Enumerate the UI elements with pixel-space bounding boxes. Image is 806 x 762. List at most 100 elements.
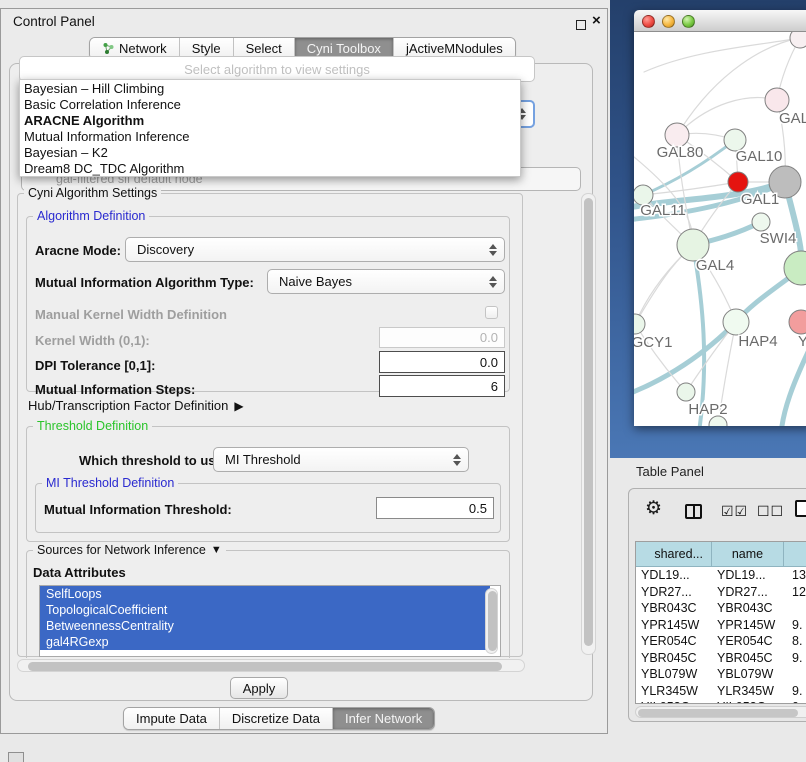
table-row[interactable]: YDR27...YDR27...12	[636, 584, 806, 601]
tab-infer-network[interactable]: Infer Network	[332, 708, 434, 729]
network-canvas[interactable]: GALGAL80GAL10GAL1GAL11SWI4GAL4GCY1HAP4YH…	[634, 32, 806, 426]
network-window-titlebar[interactable]	[634, 10, 806, 32]
network-node-label: HAP4	[738, 333, 777, 350]
which-threshold-combobox[interactable]: MI Threshold	[213, 447, 469, 472]
list-item[interactable]: BetweennessCentrality	[40, 618, 490, 634]
network-node-hap4[interactable]	[723, 309, 749, 335]
list-item[interactable]: SelfLoops	[40, 586, 490, 602]
table-row[interactable]: YDL19...YDL19...13	[636, 567, 806, 584]
network-node-y[interactable]	[789, 310, 806, 334]
table-cell: YPR145W	[636, 617, 712, 634]
network-node-label: Y	[798, 333, 806, 350]
network-node-hap2[interactable]	[677, 383, 695, 401]
algorithm-dropdown-list: Bayesian – Hill Climbing Basic Correlati…	[19, 79, 521, 177]
algorithm-option[interactable]: Mutual Information Inference	[20, 129, 520, 145]
mi-steps-field[interactable]: 6	[379, 375, 505, 397]
scrollbar-thumb[interactable]	[28, 662, 502, 671]
table-cell: YBR045C	[712, 650, 784, 667]
tab-label: Impute Data	[136, 711, 207, 726]
minimize-traffic-light-icon[interactable]	[662, 15, 675, 28]
list-vertical-scrollbar[interactable]	[485, 588, 498, 654]
hub-definition-label: Hub/Transcription Factor Definition	[28, 398, 228, 413]
table-row[interactable]: YLR345WYLR345W9.	[636, 683, 806, 700]
algorithm-option[interactable]: Bayesian – K2	[20, 145, 520, 161]
manual-kernel-width-checkbox[interactable]	[485, 306, 498, 319]
field-value: 0.5	[469, 501, 487, 516]
column-header-clipped[interactable]	[784, 542, 806, 566]
dpi-tolerance-field[interactable]: 0.0	[379, 351, 505, 373]
float-window-icon[interactable]	[576, 20, 586, 30]
mi-algorithm-type-combobox[interactable]: Naive Bayes	[267, 269, 505, 294]
settings-horizontal-scrollbar[interactable]	[17, 659, 525, 672]
algorithm-option[interactable]: Dream8 DC_TDC Algorithm	[20, 161, 520, 177]
apply-button[interactable]: Apply	[230, 677, 288, 699]
hub-definition-expander[interactable]: Hub/Transcription Factor Definition ▶	[28, 398, 244, 413]
group-legend: Cyni Algorithm Settings	[24, 186, 161, 200]
chevron-updown-icon	[453, 454, 461, 466]
table-row[interactable]: YER054CYER054C8.	[636, 633, 806, 650]
zoom-traffic-light-icon[interactable]	[682, 15, 695, 28]
table-horizontal-scrollbar[interactable]	[635, 706, 806, 718]
column-header-name[interactable]: name	[712, 542, 784, 566]
network-graph[interactable]: GALGAL80GAL10GAL1GAL11SWI4GAL4GCY1HAP4YH…	[634, 32, 806, 426]
tab-label: Cyni Toolbox	[307, 41, 381, 56]
network-node[interactable]	[790, 32, 806, 48]
triangle-right-icon: ▶	[234, 399, 243, 413]
scrollbar-thumb[interactable]	[638, 709, 798, 717]
mi-steps-label: Mutual Information Steps:	[35, 382, 195, 397]
kernel-width-field[interactable]: 0.0	[379, 327, 505, 348]
table-cell: YBL079W	[712, 666, 784, 683]
scrollbar-thumb[interactable]	[584, 198, 593, 646]
deselect-all-checkboxes-icon[interactable]: ☐☐	[757, 503, 784, 520]
bottom-left-icon[interactable]	[8, 752, 24, 762]
table-row[interactable]: YBR045CYBR045C9.	[636, 650, 806, 667]
tab-label: Discretize Data	[232, 711, 320, 726]
sources-legend-label: Sources for Network Inference	[37, 543, 206, 557]
split-view-icon[interactable]	[685, 504, 702, 519]
network-edge[interactable]	[677, 98, 777, 135]
mi-threshold-field[interactable]: 0.5	[376, 497, 494, 519]
table-cell: YLR345W	[712, 683, 784, 700]
tab-label: Network	[119, 41, 167, 56]
table-cell	[784, 600, 806, 617]
tab-impute-data[interactable]: Impute Data	[124, 708, 219, 729]
combobox-placeholder: Select algorithm to view settings	[184, 62, 370, 77]
table-cell: YDR27...	[636, 584, 712, 601]
list-item[interactable]: gal4RGexp	[40, 634, 490, 650]
kernel-width-label: Kernel Width (0,1):	[35, 333, 150, 348]
table-cell: 12	[784, 584, 806, 601]
field-value: 6	[491, 379, 498, 394]
settings-vertical-scrollbar[interactable]	[581, 193, 596, 655]
algorithm-option-highlighted[interactable]: ARACNE Algorithm	[20, 113, 520, 129]
list-item[interactable]: TopologicalCoefficient	[40, 602, 490, 618]
scrollbar-thumb[interactable]	[488, 591, 497, 651]
network-node-swi4[interactable]	[752, 213, 770, 231]
network-node-label: GCY1	[634, 334, 672, 351]
table-cell: YBR043C	[636, 600, 712, 617]
network-node-gal[interactable]	[765, 88, 789, 112]
gear-icon[interactable]: ⚙	[645, 499, 662, 519]
aracne-mode-combobox[interactable]: Discovery	[125, 237, 505, 262]
table-row[interactable]: YPR145WYPR145W9.	[636, 617, 806, 634]
network-node-gal1[interactable]	[728, 172, 748, 192]
table-row[interactable]: YIL052CYIL052C0.	[636, 699, 806, 704]
algorithm-option[interactable]: Basic Correlation Inference	[20, 97, 520, 113]
table-cell: 8.	[784, 633, 806, 650]
close-traffic-light-icon[interactable]	[642, 15, 655, 28]
control-panel-title: Control Panel	[13, 14, 95, 29]
screenshot-root: GALGAL80GAL10GAL1GAL11SWI4GAL4GCY1HAP4YH…	[0, 0, 806, 762]
group-legend[interactable]: Sources for Network Inference ▼	[33, 543, 226, 557]
column-header-shared-name[interactable]: shared...	[636, 542, 712, 566]
algorithm-option[interactable]: Bayesian – Hill Climbing	[20, 81, 520, 97]
network-node-gcy1[interactable]	[634, 314, 645, 334]
chevron-updown-icon	[489, 244, 497, 256]
which-threshold-label: Which threshold to use:	[79, 453, 227, 468]
table-row[interactable]: YBR043CYBR043C	[636, 600, 806, 617]
document-icon[interactable]	[795, 500, 806, 517]
select-all-checkboxes-icon[interactable]: ☑☑	[721, 503, 748, 520]
tab-discretize-data[interactable]: Discretize Data	[219, 708, 332, 729]
table-row[interactable]: YBL079WYBL079W	[636, 666, 806, 683]
close-window-icon[interactable]: ×	[592, 12, 601, 29]
network-edge[interactable]	[781, 352, 806, 426]
network-edge[interactable]	[644, 38, 800, 72]
